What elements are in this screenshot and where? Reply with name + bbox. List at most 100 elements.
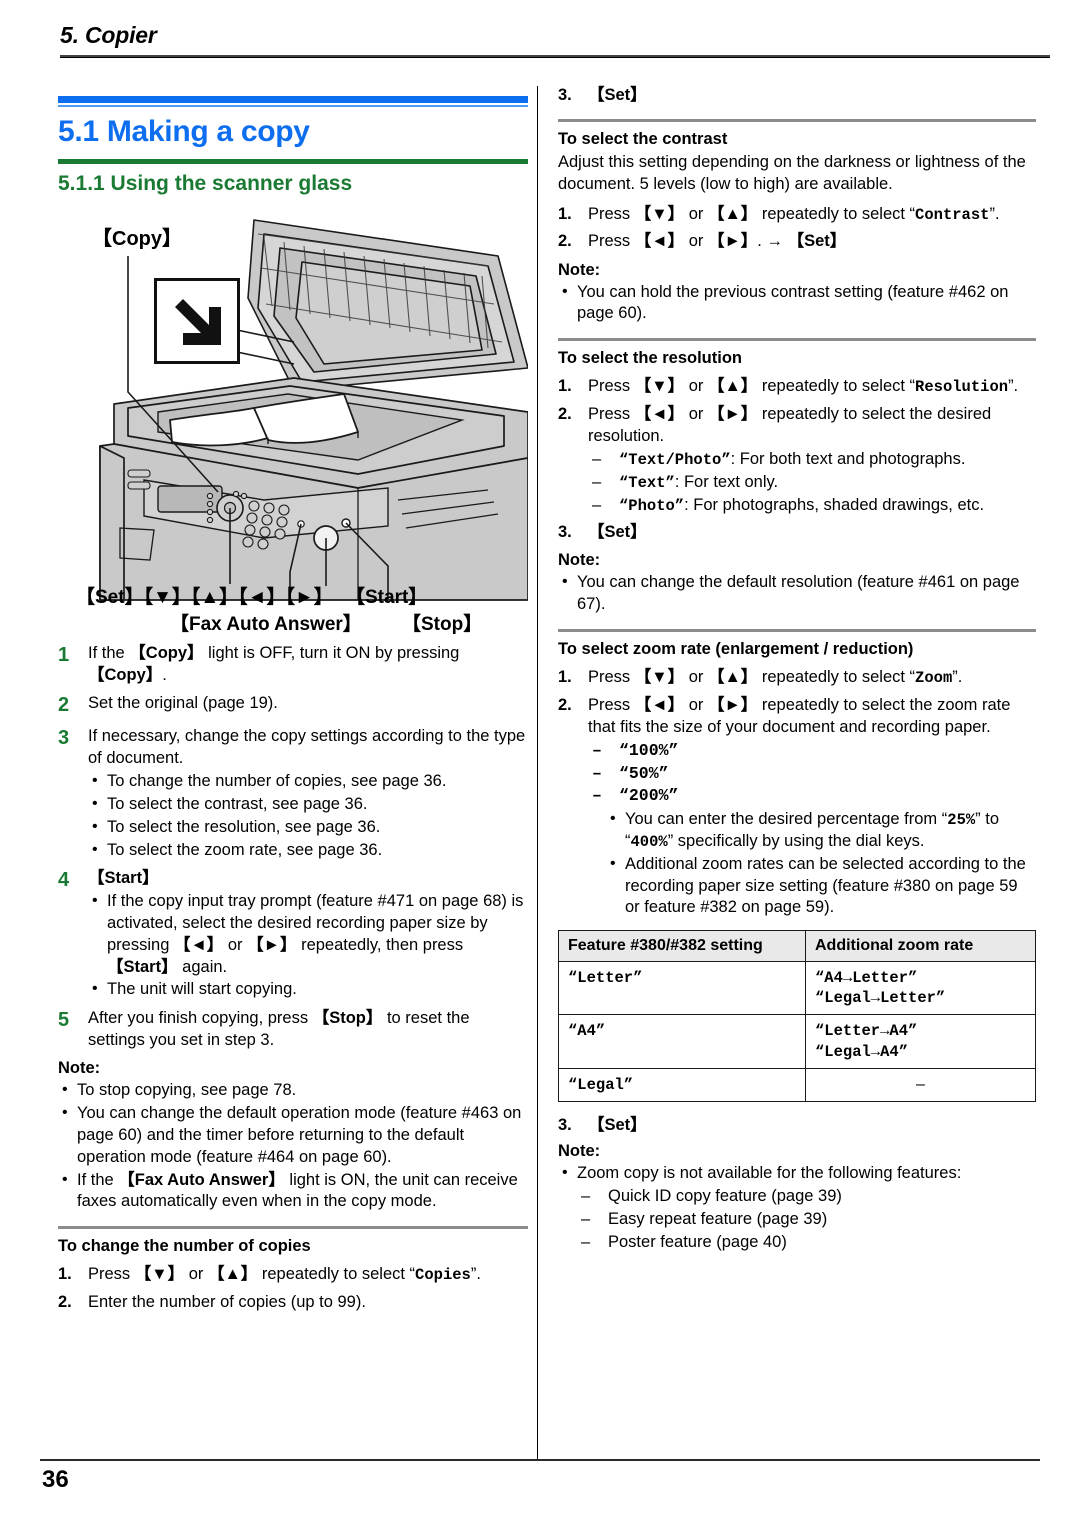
down-arrow-key-label: 【▼】 bbox=[634, 204, 685, 223]
page-number: 36 bbox=[42, 1466, 69, 1493]
option-desc: : For both text and photographs. bbox=[730, 450, 966, 469]
set-key-label: 【Set】 bbox=[787, 232, 847, 251]
ordered-item: 3. 【Set】 bbox=[558, 521, 1036, 543]
list-item: To stop copying, see page 78. bbox=[58, 1079, 528, 1102]
text-a: Press bbox=[588, 667, 635, 686]
table-row: “Legal” – bbox=[558, 1067, 1036, 1103]
scanner-glass-illustration: 【Copy】 【Set】【▼】【▲】【◄】【►】 【Start】 【Fax Au… bbox=[58, 208, 528, 635]
step-text: Set the original (page 19). bbox=[88, 694, 278, 713]
step-1-text-c: . bbox=[162, 666, 167, 685]
text-b: or bbox=[684, 695, 708, 714]
column-header-setting: Feature #380/#382 setting bbox=[558, 930, 806, 963]
step-1-text-a: If the bbox=[88, 644, 130, 662]
start-key-label-2: 【Start】 bbox=[107, 957, 178, 976]
list-item: Additional zoom rates can be selected ac… bbox=[606, 853, 1036, 919]
up-arrow-key-label: 【▲】 bbox=[707, 377, 758, 396]
text-b: or bbox=[684, 404, 708, 423]
lcd-text-zoom: Zoom bbox=[915, 668, 953, 687]
note-label: Note: bbox=[558, 1141, 601, 1160]
right-top-step: 3. 【Set】 bbox=[558, 84, 1036, 106]
set-key-label: 【Set】 bbox=[588, 523, 647, 542]
note-label: Note: bbox=[558, 260, 601, 279]
illustration-label-stop: 【Stop】 bbox=[402, 614, 483, 635]
resolution-steps: 1. Press 【▼】 or 【▲】 repeatedly to select… bbox=[558, 375, 1036, 543]
item-text: Press 【▼】 or 【▲】 repeatedly to select “C… bbox=[588, 203, 1036, 226]
note-text-a: If the bbox=[77, 1170, 119, 1189]
rate-line: “Letter→A4” bbox=[815, 1022, 918, 1041]
zoom-steps: 1. Press 【▼】 or 【▲】 repeatedly to select… bbox=[558, 666, 1036, 919]
section-title: 5.1 Making a copy bbox=[58, 115, 310, 148]
table-row: “Letter” “A4→Letter” “Legal→Letter” bbox=[558, 961, 1036, 1016]
zoom-rates: “100%” “50%” “200%” bbox=[588, 740, 1036, 807]
list-item: “Text”: For text only. bbox=[588, 472, 1036, 494]
bullet-text-d: again. bbox=[177, 957, 228, 976]
copies-section-heading: To change the number of copies bbox=[58, 1237, 311, 1256]
list-item: To select the zoom rate, see page 36. bbox=[88, 839, 528, 862]
cell-setting: “Letter” bbox=[558, 961, 806, 1016]
section-heading-band bbox=[58, 96, 528, 107]
bullet-text-c: repeatedly, then press bbox=[296, 935, 464, 954]
list-item: If the copy input tray prompt (feature #… bbox=[88, 890, 528, 978]
rate-line: “Legal→A4” bbox=[815, 1042, 909, 1061]
cell-setting: “Legal” bbox=[558, 1067, 806, 1103]
down-right-arrow-icon bbox=[154, 278, 240, 364]
text-d: ”. bbox=[470, 1265, 481, 1284]
step-text: 【Start】 If the copy input tray prompt (f… bbox=[88, 867, 528, 1001]
down-arrow-key-label: 【▼】 bbox=[634, 667, 685, 686]
list-item: Quick ID copy feature (page 39) bbox=[577, 1186, 1036, 1208]
step-text: After you finish copying, press 【Stop】 t… bbox=[88, 1007, 528, 1051]
left-column: 5.1 Making a copy 5.1.1 Using the scanne… bbox=[58, 96, 528, 1318]
item-number: 2. bbox=[558, 404, 572, 423]
item-text: Press 【◄】 or 【►】. → 【Set】 bbox=[588, 230, 1036, 252]
ordered-item: 1. Press 【▼】 or 【▲】 repeatedly to select… bbox=[558, 666, 1036, 689]
cell-setting: “A4” bbox=[558, 1014, 806, 1069]
text-c: . → bbox=[757, 232, 788, 251]
section-rule bbox=[558, 628, 1036, 632]
copies-steps: 1. Press 【▼】 or 【▲】 repeatedly to select… bbox=[58, 1263, 528, 1313]
list-item: The unit will start copying. bbox=[88, 978, 528, 1001]
step-number: 3 bbox=[58, 727, 70, 750]
item-number: 1. bbox=[58, 1265, 72, 1284]
ordered-item: 1. Press 【▼】 or 【▲】 repeatedly to select… bbox=[558, 375, 1036, 398]
text-a: Press bbox=[588, 377, 635, 396]
contrast-paragraph: Adjust this setting depending on the dar… bbox=[558, 153, 1026, 193]
zoom-rate-table: Feature #380/#382 setting Additional zoo… bbox=[558, 930, 1036, 1103]
item-number: 2. bbox=[558, 695, 572, 714]
lcd-text-text-photo: “Text/Photo” bbox=[619, 451, 731, 470]
step-number: 2 bbox=[58, 694, 70, 717]
item-text: Press 【▼】 or 【▲】 repeatedly to select “Z… bbox=[588, 666, 1036, 689]
right-arrow-key-label: 【►】 bbox=[707, 404, 758, 423]
left-arrow-key-label: 【◄】 bbox=[173, 935, 224, 954]
text-c: repeatedly to select “ bbox=[757, 667, 916, 686]
lcd-text-25pct: 25% bbox=[947, 811, 976, 830]
list-item: You can hold the previous contrast setti… bbox=[558, 281, 1036, 326]
table-row: “A4” “Letter→A4” “Legal→A4” bbox=[558, 1014, 1036, 1069]
list-item: “100%” bbox=[588, 740, 1036, 762]
right-column: 3. 【Set】 To select the contrast Adjust t… bbox=[558, 84, 1036, 1254]
item-text: Press 【◄】 or 【►】 repeatedly to select th… bbox=[588, 403, 1036, 517]
text-a: Press bbox=[588, 232, 635, 251]
resolution-notes: You can change the default resolution (f… bbox=[558, 571, 1036, 616]
step-3-bullets: To change the number of copies, see page… bbox=[88, 770, 528, 862]
text-b: or bbox=[684, 204, 708, 223]
left-arrow-key-label: 【◄】 bbox=[634, 695, 685, 714]
lcd-text-contrast: Contrast bbox=[915, 205, 990, 224]
list-item: “200%” bbox=[588, 785, 1036, 807]
step-3: 3 If necessary, change the copy settings… bbox=[58, 725, 528, 861]
text-b: or bbox=[684, 232, 708, 251]
contrast-notes: You can hold the previous contrast setti… bbox=[558, 281, 1036, 326]
item-number: 3. bbox=[558, 86, 572, 104]
left-arrow-key-label: 【◄】 bbox=[634, 404, 685, 423]
page-header: 5. Copier bbox=[60, 22, 1050, 58]
footer-rule bbox=[40, 1459, 1040, 1461]
item-number: 2. bbox=[58, 1292, 72, 1311]
step-4: 4 【Start】 If the copy input tray prompt … bbox=[58, 867, 528, 1001]
step-text: If necessary, change the copy settings a… bbox=[88, 725, 528, 861]
lcd-text-text: “Text” bbox=[619, 473, 675, 492]
bullet-text-b: or bbox=[223, 935, 248, 954]
item-number: 3. bbox=[558, 523, 572, 542]
text-c: repeatedly to select “ bbox=[757, 204, 916, 223]
stop-key-label: 【Stop】 bbox=[312, 1009, 383, 1028]
step-1-text-b: light is OFF, turn it ON by pressing bbox=[203, 644, 460, 662]
illustration-label-keys: 【Set】【▼】【▲】【◄】【►】 bbox=[76, 587, 333, 608]
